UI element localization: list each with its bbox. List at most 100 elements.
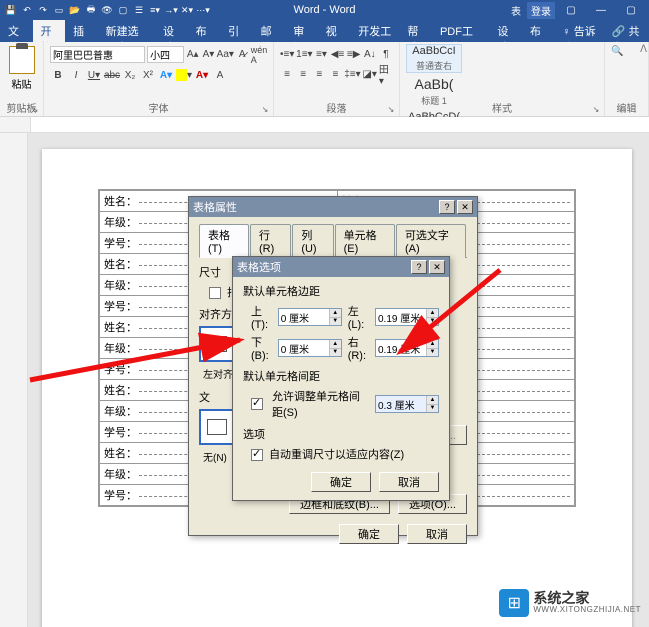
style-normal[interactable]: AaBbCcI 普通查右	[406, 44, 462, 73]
font-color-icon[interactable]: A▾	[194, 67, 210, 83]
highlight-icon[interactable]: ▾	[176, 67, 192, 83]
paste-button[interactable]: 粘贴	[7, 46, 37, 92]
align-left-option[interactable]	[199, 326, 235, 362]
redo-icon[interactable]: ↷	[36, 3, 50, 17]
wrap-none-option[interactable]	[199, 409, 235, 445]
dlg-tab-cell[interactable]: 单元格(E)	[335, 224, 395, 258]
align-right-icon[interactable]: ≡	[312, 66, 326, 82]
superscript-icon[interactable]: X²	[140, 67, 156, 83]
para-launcher-icon[interactable]: ↘	[386, 104, 396, 114]
tab-view[interactable]: 视图	[318, 20, 351, 42]
font-launcher-icon[interactable]: ↘	[260, 104, 270, 114]
cancel-button[interactable]: 取消	[379, 472, 439, 492]
tab-references[interactable]: 引用	[220, 20, 253, 42]
auto-resize-checkbox[interactable]	[251, 449, 263, 461]
change-case-icon[interactable]: Aa▾	[217, 47, 233, 63]
char-border-icon[interactable]: A	[212, 67, 228, 83]
preview-icon[interactable]: 👁	[100, 3, 114, 17]
collapse-ribbon-icon[interactable]: ᐱ	[640, 44, 647, 55]
list-icon[interactable]: ☰	[132, 3, 146, 17]
cancel-button[interactable]: 取消	[407, 524, 467, 544]
ribbon-display-icon[interactable]: ▢	[557, 5, 585, 16]
left-margin-spinner[interactable]: ▲▼	[375, 308, 439, 326]
align-left-icon[interactable]: ≡	[280, 66, 294, 82]
shading-icon[interactable]: ◪▾	[362, 66, 376, 82]
align-icon[interactable]: ≡▾	[148, 3, 162, 17]
dialog-titlebar[interactable]: 表格属性 ? ✕	[189, 197, 477, 217]
outdent-icon[interactable]: ✕▾	[180, 3, 194, 17]
multilevel-icon[interactable]: ≡▾	[314, 46, 328, 62]
vertical-ruler[interactable]	[0, 133, 28, 627]
italic-icon[interactable]: I	[68, 67, 84, 83]
ok-button[interactable]: 确定	[339, 524, 399, 544]
tab-insert[interactable]: 插入	[65, 20, 98, 42]
save-icon[interactable]: 💾	[4, 3, 18, 17]
text-effects-icon[interactable]: A▾	[158, 67, 174, 83]
tab-file[interactable]: 文件	[0, 20, 33, 42]
dlg-tab-alt[interactable]: 可选文字(A)	[396, 224, 466, 258]
find-button[interactable]: 🔍	[611, 46, 642, 57]
borders-icon[interactable]: 田▾	[379, 66, 393, 82]
maximize-icon[interactable]: ▢	[617, 5, 645, 16]
dialog-titlebar[interactable]: 表格选项 ? ✕	[233, 257, 449, 277]
horizontal-ruler[interactable]	[0, 117, 649, 133]
bullets-icon[interactable]: •≡▾	[280, 46, 294, 62]
specify-width-checkbox[interactable]	[209, 287, 221, 299]
styles-launcher-icon[interactable]: ↘	[591, 104, 601, 114]
inc-indent-icon[interactable]: ≡▶	[347, 46, 361, 62]
help-icon[interactable]: ?	[439, 200, 455, 214]
show-marks-icon[interactable]: ¶	[379, 46, 393, 62]
undo-icon[interactable]: ↶	[20, 3, 34, 17]
dlg-tab-table[interactable]: 表格(T)	[199, 224, 249, 258]
font-name-select[interactable]: 阿里巴巴普惠	[50, 46, 145, 63]
print-icon[interactable]: 🖶	[84, 3, 98, 17]
tab-pdf[interactable]: PDF工具集	[432, 20, 489, 42]
dlg-tab-row[interactable]: 行(R)	[250, 224, 291, 258]
top-margin-spinner[interactable]: ▲▼	[278, 308, 342, 326]
login-button[interactable]: 登录	[527, 2, 555, 19]
shrink-font-icon[interactable]: A▾	[202, 47, 216, 63]
underline-icon[interactable]: U▾	[86, 67, 102, 83]
tell-me[interactable]: ♀ 告诉我	[554, 20, 603, 42]
ok-button[interactable]: 确定	[311, 472, 371, 492]
right-margin-spinner[interactable]: ▲▼	[375, 339, 439, 357]
font-size-select[interactable]: 小四	[147, 46, 184, 63]
cell-spacing-spinner[interactable]: ▲▼	[375, 395, 439, 413]
close-icon[interactable]: ✕	[457, 200, 473, 214]
bottom-margin-spinner[interactable]: ▲▼	[278, 339, 342, 357]
minimize-icon[interactable]: —	[587, 5, 615, 16]
align-center-icon[interactable]: ≡	[296, 66, 310, 82]
new-icon[interactable]: ▭	[52, 3, 66, 17]
line-spacing-icon[interactable]: ‡≡▾	[344, 66, 360, 82]
tab-table-layout[interactable]: 布局	[522, 20, 555, 42]
grow-font-icon[interactable]: A▴	[186, 47, 200, 63]
tab-design[interactable]: 设计	[155, 20, 188, 42]
tab-home[interactable]: 开始	[33, 20, 66, 42]
indent-icon[interactable]: →▾	[164, 3, 178, 17]
clipboard-launcher-icon[interactable]: ↘	[30, 104, 40, 114]
sort-icon[interactable]: A↓	[363, 46, 377, 62]
share-button[interactable]: 🔗 共享	[604, 20, 649, 42]
close-icon[interactable]: ✕	[429, 260, 445, 274]
dlg-tab-col[interactable]: 列(U)	[292, 224, 333, 258]
tab-table-design[interactable]: 设计	[489, 20, 522, 42]
tab-custom[interactable]: 新建选项卡	[98, 20, 155, 42]
tab-review[interactable]: 审阅	[285, 20, 318, 42]
more-icon[interactable]: ⋯▾	[196, 3, 210, 17]
subscript-icon[interactable]: X₂	[122, 67, 138, 83]
allow-spacing-checkbox[interactable]	[251, 398, 263, 410]
tab-help[interactable]: 帮助	[399, 20, 432, 42]
rect-icon[interactable]: ▢	[116, 3, 130, 17]
tab-developer[interactable]: 开发工具	[350, 20, 399, 42]
dec-indent-icon[interactable]: ◀≡	[330, 46, 344, 62]
tab-mailings[interactable]: 邮件	[253, 20, 286, 42]
tab-layout[interactable]: 布局	[188, 20, 221, 42]
clear-format-icon[interactable]: A̷	[235, 47, 249, 63]
strike-icon[interactable]: abc	[104, 67, 120, 83]
help-icon[interactable]: ?	[411, 260, 427, 274]
justify-icon[interactable]: ≡	[328, 66, 342, 82]
open-icon[interactable]: 📂	[68, 3, 82, 17]
bold-icon[interactable]: B	[50, 67, 66, 83]
phonetic-icon[interactable]: wénA	[251, 47, 267, 63]
numbering-icon[interactable]: 1≡▾	[296, 46, 312, 62]
